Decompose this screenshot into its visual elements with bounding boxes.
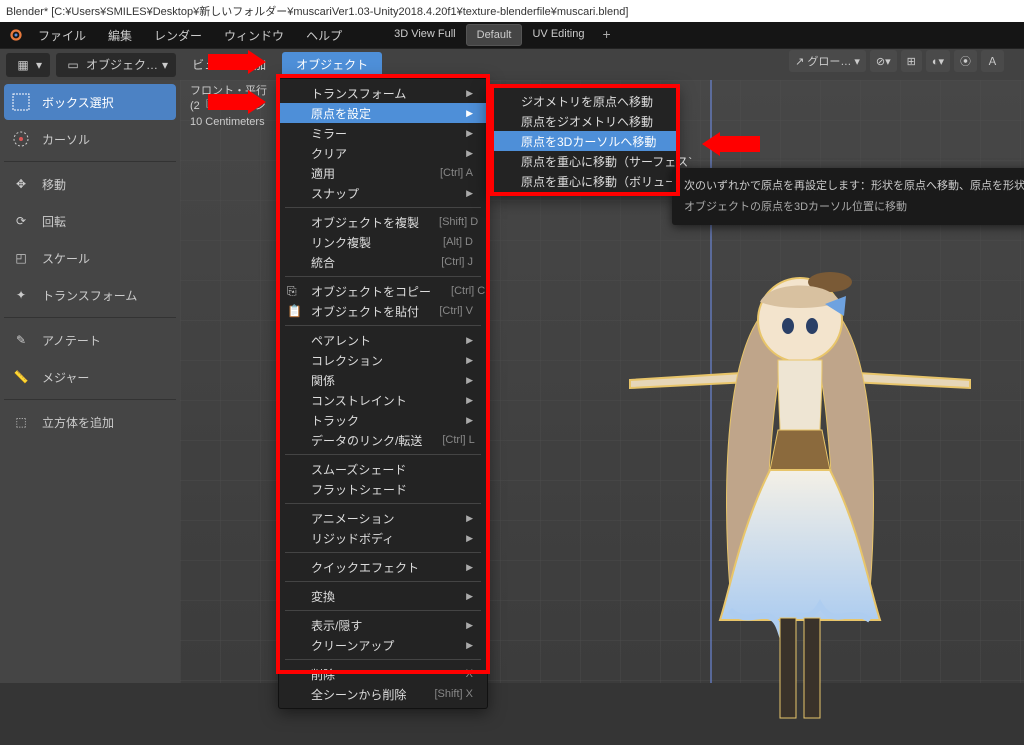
cube-icon: ▭: [64, 56, 82, 74]
menu-mirror[interactable]: ミラー▶: [279, 123, 487, 143]
menu-quick-effects[interactable]: クイックエフェクト▶: [279, 557, 487, 577]
viewport-model[interactable]: [620, 260, 980, 740]
view-menu[interactable]: ビュー: [182, 53, 238, 76]
move-icon: ✥: [10, 173, 32, 195]
menu-smooth-shade[interactable]: スムーズシェード: [279, 459, 487, 479]
menu-convert[interactable]: 変換▶: [279, 586, 487, 606]
menu-edit[interactable]: 編集: [98, 24, 142, 47]
menu-paste[interactable]: 📋オブジェクトを貼付[Ctrl] V: [279, 301, 487, 321]
measure-icon: 📏: [10, 366, 32, 388]
overlays-icon[interactable]: ⊞: [901, 50, 922, 72]
menu-constraint[interactable]: コンストレイント▶: [279, 390, 487, 410]
tool-cursor[interactable]: カーソル: [4, 121, 176, 157]
tool-add-cube[interactable]: ⬚ 立方体を追加: [4, 404, 176, 440]
add-workspace-button[interactable]: +: [594, 24, 618, 46]
workspace-default[interactable]: Default: [466, 24, 523, 46]
tool-rotate[interactable]: ⟳ 回転: [4, 203, 176, 239]
set-origin-submenu: ジオメトリを原点へ移動 原点をジオメトリへ移動 原点を3Dカーソルへ移動 原点を…: [488, 86, 678, 196]
submenu-origin-to-com-volume[interactable]: 原点を重心に移動（ボリューム`: [489, 171, 677, 191]
tool-box-select[interactable]: ボックス選択: [4, 84, 176, 120]
tool-column: ボックス選択 カーソル ✥ 移動 ⟳ 回転 ◰ スケール ✦ トランスフォーム …: [0, 80, 180, 683]
editor-type-icon: ▦: [14, 56, 32, 74]
viewport-overlay-text: フロント・平行 (2『 ッシ 10 Centimeters: [190, 84, 267, 130]
object-menu[interactable]: オブジェクト: [282, 52, 382, 77]
snap-dropdown[interactable]: ⊘▾: [870, 50, 897, 72]
menu-render[interactable]: レンダー: [144, 24, 212, 47]
chevron-down-icon: ▾: [854, 55, 860, 68]
menu-file[interactable]: ファイル: [28, 24, 96, 47]
shading-icon[interactable]: ⦿: [954, 50, 977, 72]
menu-flat-shade[interactable]: フラットシェード: [279, 479, 487, 499]
workspace-uv[interactable]: UV Editing: [522, 24, 594, 46]
menu-join[interactable]: 統合[Ctrl] J: [279, 252, 487, 272]
tool-measure[interactable]: 📏 メジャー: [4, 359, 176, 395]
title-text: Blender* [C:¥Users¥SMILES¥Desktop¥新しいフォル…: [6, 3, 628, 19]
paste-icon: 📋: [287, 304, 303, 318]
menu-link-data[interactable]: データのリンク/転送[Ctrl] L: [279, 430, 487, 450]
menu-relation[interactable]: 関係▶: [279, 370, 487, 390]
menu-apply[interactable]: 適用[Ctrl] A: [279, 163, 487, 183]
menu-clear[interactable]: クリア▶: [279, 143, 487, 163]
title-bar: Blender* [C:¥Users¥SMILES¥Desktop¥新しいフォル…: [0, 0, 1024, 22]
menu-duplicate[interactable]: オブジェクトを複製[Shift] D: [279, 212, 487, 232]
rotate-icon: ⟳: [10, 210, 32, 232]
transform-icon: ✦: [10, 284, 32, 306]
chevron-down-icon: ▾: [36, 58, 42, 72]
mode-label: オブジェク…: [86, 56, 158, 73]
menu-copy[interactable]: ⎘オブジェクトをコピー[Ctrl] C: [279, 281, 487, 301]
orientation-dropdown[interactable]: ↗ グロー…▾: [789, 50, 866, 72]
menu-link-duplicate[interactable]: リンク複製[Alt] D: [279, 232, 487, 252]
workspace-3dview[interactable]: 3D View Full: [384, 24, 466, 46]
mode-dropdown[interactable]: ▭ オブジェク… ▾: [56, 53, 176, 77]
menu-window[interactable]: ウィンドウ: [214, 24, 294, 47]
menu-track[interactable]: トラック▶: [279, 410, 487, 430]
tool-move[interactable]: ✥ 移動: [4, 166, 176, 202]
menu-transform[interactable]: トランスフォーム▶: [279, 83, 487, 103]
copy-icon: ⎘: [287, 284, 303, 299]
editor-type-dropdown[interactable]: ▦ ▾: [6, 53, 50, 77]
menu-collection[interactable]: コレクション▶: [279, 350, 487, 370]
workspace-tabs: 3D View Full Default UV Editing +: [384, 24, 619, 46]
tooltip-title: 次のいずれかで原点を再設定します：形状を原点へ移動、原点を形状の中心: [684, 178, 1024, 195]
menu-rigid-body[interactable]: リジッドボディ▶: [279, 528, 487, 548]
tooltip-description: オブジェクトの原点を3Dカーソル位置に移動: [684, 199, 1024, 216]
xray-icon[interactable]: Ａ: [981, 50, 1004, 72]
tool-annotate[interactable]: ✎ アノテート: [4, 322, 176, 358]
add-menu[interactable]: 加: [244, 53, 276, 76]
blender-logo-icon[interactable]: [6, 25, 26, 45]
menu-set-origin[interactable]: 原点を設定▶: [279, 103, 487, 123]
chevron-down-icon: ▾: [162, 58, 168, 72]
cursor-icon: [10, 128, 32, 150]
submenu-origin-to-3d-cursor[interactable]: 原点を3Dカーソルへ移動: [489, 131, 677, 151]
tooltip: 次のいずれかで原点を再設定します：形状を原点へ移動、原点を形状の中心 オブジェク…: [672, 168, 1024, 225]
menu-animation[interactable]: アニメーション▶: [279, 508, 487, 528]
submenu-origin-to-geometry[interactable]: 原点をジオメトリへ移動: [489, 111, 677, 131]
object-context-menu: トランスフォーム▶ 原点を設定▶ ミラー▶ クリア▶ 適用[Ctrl] A スナ…: [278, 78, 488, 709]
add-cube-icon: ⬚: [10, 411, 32, 433]
menu-delete-all-scenes[interactable]: 全シーンから削除[Shift] X: [279, 684, 487, 704]
scale-icon: ◰: [10, 247, 32, 269]
menu-snap[interactable]: スナップ▶: [279, 183, 487, 203]
tool-transform[interactable]: ✦ トランスフォーム: [4, 277, 176, 313]
orientation-icon: ↗: [795, 55, 804, 68]
gizmo-icon[interactable]: ◐▾: [926, 50, 950, 72]
tool-scale[interactable]: ◰ スケール: [4, 240, 176, 276]
menu-cleanup[interactable]: クリーンアップ▶: [279, 635, 487, 655]
menu-help[interactable]: ヘルプ: [296, 24, 352, 47]
box-select-icon: [10, 91, 32, 113]
submenu-origin-to-com-surface[interactable]: 原点を重心に移動（サーフェス`: [489, 151, 677, 171]
menu-show-hide[interactable]: 表示/隠す▶: [279, 615, 487, 635]
top-menu-bar: ファイル 編集 レンダー ウィンドウ ヘルプ 3D View Full Defa…: [0, 22, 1024, 48]
viewport-header-right: ↗ グロー…▾ ⊘▾ ⊞ ◐▾ ⦿ Ａ: [789, 50, 1004, 72]
menu-parent[interactable]: ペアレント▶: [279, 330, 487, 350]
submenu-geometry-to-origin[interactable]: ジオメトリを原点へ移動: [489, 91, 677, 111]
annotate-icon: ✎: [10, 329, 32, 351]
menu-delete[interactable]: 削除X: [279, 664, 487, 684]
